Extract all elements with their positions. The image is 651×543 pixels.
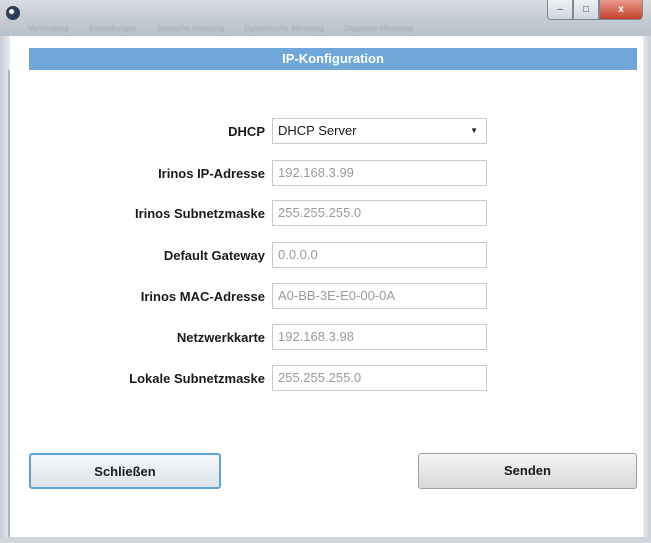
network-card-label: Netzwerkkarte [176, 330, 265, 345]
default-gateway-field[interactable]: 0.0.0.0 [272, 242, 487, 268]
close-icon: x [618, 4, 624, 15]
minimize-button[interactable]: – [547, 0, 573, 20]
send-button[interactable]: Senden [418, 453, 637, 489]
tab-label: Statische Messung [157, 24, 225, 33]
local-subnet-mask-field[interactable]: 255.255.255.0 [272, 365, 487, 391]
network-card-field[interactable]: 192.168.3.98 [272, 324, 487, 350]
maximize-button[interactable]: □ [573, 0, 599, 20]
window-left-divider [8, 70, 10, 543]
dhcp-select-value: DHCP Server [278, 123, 357, 138]
tab-label: Einstellungen [88, 24, 137, 33]
tab-label: Verbindung [28, 24, 69, 33]
default-gateway-label: Default Gateway [163, 248, 265, 263]
title-bar: Verbindung Einstellungen Statische Messu… [0, 0, 651, 36]
subnet-mask-field[interactable]: 255.255.255.0 [272, 200, 487, 226]
chevron-down-icon: ▼ [470, 126, 478, 135]
ip-config-window: Verbindung Einstellungen Statische Messu… [0, 0, 651, 543]
mac-address-label: Irinos MAC-Adresse [140, 289, 265, 304]
window-right-border [643, 36, 651, 543]
window-controls: – □ x [547, 0, 643, 22]
mac-address-field[interactable]: A0-BB-3E-E0-00-0A [272, 283, 487, 309]
app-icon [6, 6, 20, 20]
subnet-mask-label: Irinos Subnetzmaske [134, 206, 265, 221]
blurred-tab-strip: Verbindung Einstellungen Statische Messu… [28, 24, 588, 34]
ip-address-field[interactable]: 192.168.3.99 [272, 160, 487, 186]
local-subnet-mask-label: Lokale Subnetzmaske [129, 371, 265, 386]
close-button[interactable]: Schließen [29, 453, 221, 489]
tab-label: Diagnose-Messung [343, 24, 413, 33]
section-header: IP-Konfiguration [29, 48, 637, 70]
dhcp-select[interactable]: DHCP Server ▼ [272, 118, 487, 144]
minimize-icon: – [557, 4, 563, 15]
dhcp-label: DHCP [228, 124, 265, 139]
tab-label: Dynamische Messung [244, 24, 324, 33]
window-bottom-border [0, 537, 651, 543]
close-window-button[interactable]: x [599, 0, 643, 20]
maximize-icon: □ [582, 4, 590, 15]
ip-address-label: Irinos IP-Adresse [158, 166, 265, 181]
